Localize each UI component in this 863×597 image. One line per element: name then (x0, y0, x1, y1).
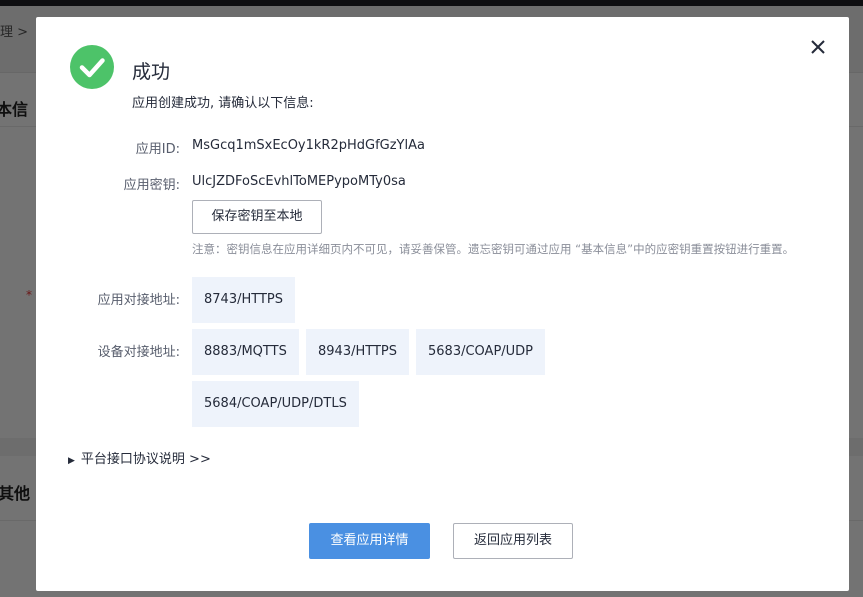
app-secret-value: UlcJZDFoScEvhlToMEPypoMTy0sa (192, 174, 406, 189)
device-address-tag: 8883/MQTTS (192, 329, 299, 375)
app-address-label: 应用对接地址: (97, 293, 180, 308)
caret-right-icon: ▶ (68, 456, 75, 466)
device-address-tag: 5684/COAP/UDP/DTLS (192, 381, 359, 427)
app-id-value: MsGcq1mSxEcOy1kR2pHdGfGzYlAa (192, 138, 425, 153)
secret-notice: 注意：密钥信息在应用详细页内不可见，请妥善保管。遗忘密钥可通过应用 “基本信息”… (192, 242, 795, 256)
dialog-subtitle: 应用创建成功, 请确认以下信息: (132, 96, 314, 111)
back-to-app-list-button[interactable]: 返回应用列表 (453, 523, 573, 559)
success-dialog: 成功 应用创建成功, 请确认以下信息: 应用ID: MsGcq1mSxEcOy1… (36, 17, 849, 591)
device-address-tag: 8943/HTTPS (306, 329, 409, 375)
protocol-description-toggle[interactable]: ▶ 平台接口协议说明 >> (68, 448, 211, 467)
close-icon[interactable] (808, 37, 828, 57)
success-check-icon (70, 45, 114, 89)
save-secret-button[interactable]: 保存密钥至本地 (192, 200, 322, 234)
app-id-label: 应用ID: (135, 142, 180, 157)
device-address-label: 设备对接地址: (97, 345, 180, 360)
dialog-title: 成功 (132, 61, 171, 83)
app-address-tag: 8743/HTTPS (192, 277, 295, 323)
device-address-tag: 5683/COAP/UDP (416, 329, 546, 375)
app-secret-label: 应用密钥: (123, 178, 180, 193)
protocol-link-label: 平台接口协议说明 >> (80, 452, 211, 467)
view-app-details-button[interactable]: 查看应用详情 (309, 523, 430, 559)
